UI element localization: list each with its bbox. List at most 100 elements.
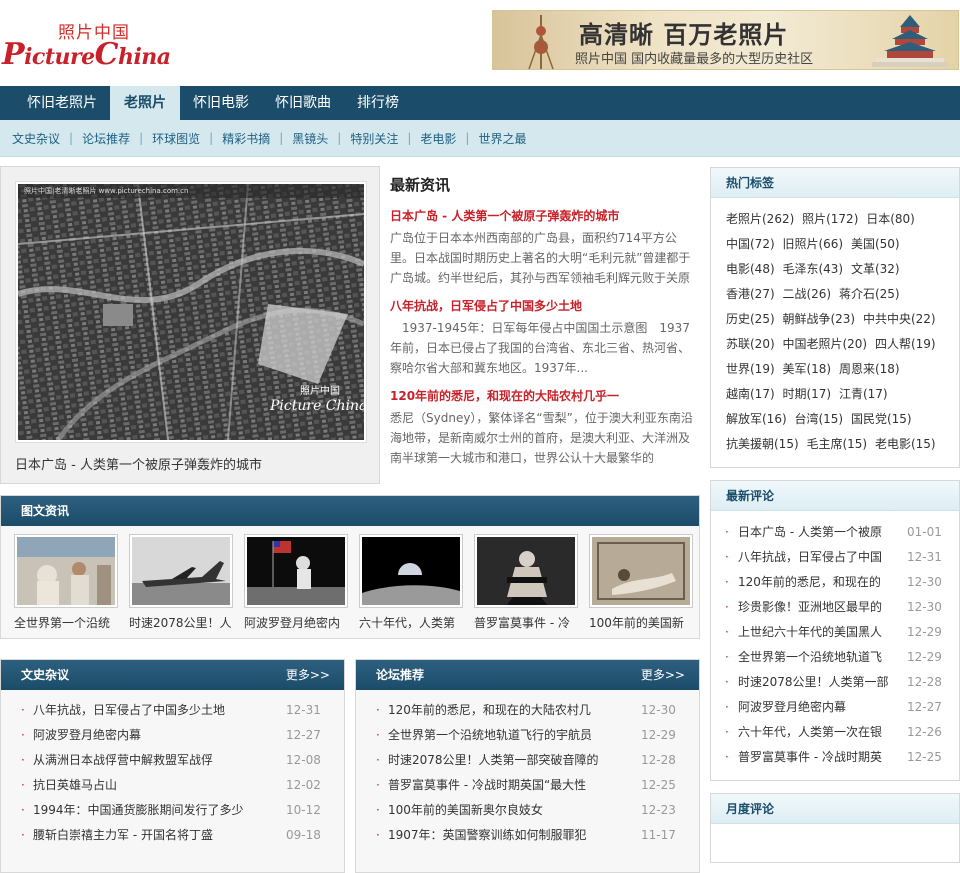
- tag-link[interactable]: 香港(27): [726, 287, 775, 301]
- tag-link[interactable]: 时期(17): [782, 387, 831, 401]
- comment-link[interactable]: 上世纪六十年代的美国黑人: [738, 620, 888, 645]
- tag-link[interactable]: 历史(25): [726, 312, 775, 326]
- tag-link[interactable]: 文革(32): [851, 262, 900, 276]
- list-item: · 从满洲日本战俘营中解救盟军战俘 12-08: [1, 748, 344, 773]
- bullet-icon: ·: [725, 725, 729, 739]
- list-item-link[interactable]: 全世界第一个沿统地轨道飞行的宇航员: [388, 723, 610, 748]
- comment-link[interactable]: 六十年代，人类第一次在银: [738, 720, 888, 745]
- photo-news-thumb: [474, 534, 578, 608]
- tag-link[interactable]: 江青(17): [839, 387, 888, 401]
- tag-link[interactable]: 苏联(20): [726, 337, 775, 351]
- nav-item-old-movies[interactable]: 怀旧电影: [180, 86, 262, 120]
- nav-item-nostalgic-photos[interactable]: 怀旧老照片: [14, 86, 110, 120]
- tag-link[interactable]: 世界(19): [726, 362, 775, 376]
- photo-news-item[interactable]: 时速2078公里！人: [129, 534, 233, 631]
- list-item-link[interactable]: 1907年：英国警察训练如何制服罪犯: [388, 823, 610, 848]
- tag-link[interactable]: 美军(18): [782, 362, 831, 376]
- comment-link[interactable]: 普罗富莫事件 - 冷战时期英: [738, 745, 888, 770]
- tag-link[interactable]: 越南(17): [726, 387, 775, 401]
- comment-link[interactable]: 120年前的悉尼，和现在的: [738, 570, 888, 595]
- tag-link[interactable]: 毛泽东(43): [782, 262, 843, 276]
- tag-link[interactable]: 解放军(16): [726, 412, 787, 426]
- comment-date: 12-30: [907, 575, 942, 589]
- latest-comments-list: · 日本广岛 - 人类第一个被原 01-01 · 八年抗战，日军侵占了中国 12-31 …: [711, 511, 959, 770]
- photo-news-item[interactable]: 阿波罗登月绝密内: [244, 534, 348, 631]
- tag-link[interactable]: 蒋介石(25): [839, 287, 900, 301]
- tag-link[interactable]: 国民党(15): [851, 412, 912, 426]
- comment-item: · 120年前的悉尼，和现在的 12-30: [711, 570, 959, 595]
- hot-tags-list: 老照片(262) 照片(172) 日本(80) 中国(72) 旧照片(66) 美…: [711, 198, 959, 457]
- photo-news-item[interactable]: 六十年代，人类第: [359, 534, 463, 631]
- subnav-item[interactable]: 黑镜头: [292, 130, 328, 147]
- comment-date: 12-28: [907, 675, 942, 689]
- list-item-link[interactable]: 八年抗战，日军侵占了中国多少土地: [33, 698, 255, 723]
- wenshi-more-link[interactable]: 更多>>: [286, 660, 330, 690]
- nav-item-ranking[interactable]: 排行榜: [344, 86, 412, 120]
- luntan-more-link[interactable]: 更多>>: [641, 660, 685, 690]
- comment-link[interactable]: 阿波罗登月绝密内幕: [738, 695, 888, 720]
- list-item-link[interactable]: 普罗富莫事件 - 冷战时期英国“最大性: [388, 773, 610, 798]
- tag-link[interactable]: 朝鲜战争(23): [782, 312, 855, 326]
- comment-link[interactable]: 时速2078公里！人类第一部: [738, 670, 888, 695]
- tag-link[interactable]: 抗美援朝(15): [726, 437, 799, 451]
- list-item-link[interactable]: 阿波罗登月绝密内幕: [33, 723, 255, 748]
- nav-item-old-songs[interactable]: 怀旧歌曲: [262, 86, 344, 120]
- list-item-link[interactable]: 100年前的美国新奥尔良妓女: [388, 798, 610, 823]
- subnav-item[interactable]: 文史杂议: [12, 130, 60, 147]
- list-item: · 阿波罗登月绝密内幕 12-27: [1, 723, 344, 748]
- subnav-item[interactable]: 世界之最: [478, 130, 526, 147]
- subnav-separator: |: [337, 131, 342, 145]
- tag-link[interactable]: 四人帮(19): [875, 337, 936, 351]
- feature-photo[interactable]: 照片中国|老清晰老照片 www.picturechina.com.cn 照片中国…: [15, 181, 367, 443]
- news-summary: 悉尼（Sydney），繁体译名“雪梨”，位于澳大利亚东南沿海地带，是新南威尔士州…: [390, 411, 693, 465]
- list-item-link[interactable]: 从满洲日本战俘营中解救盟军战俘: [33, 748, 255, 773]
- photo-news-item[interactable]: 普罗富莫事件 - 冷: [474, 534, 578, 631]
- comment-date: 12-29: [907, 625, 942, 639]
- tag-link[interactable]: 旧照片(66): [782, 237, 843, 251]
- tv-tower-icon: [528, 15, 554, 69]
- news-title[interactable]: 八年抗战，日军侵占了中国多少土地: [390, 296, 700, 318]
- list-item-link[interactable]: 120年前的悉尼，和现在的大陆农村几: [388, 698, 610, 723]
- subnav-item[interactable]: 特别关注: [350, 130, 398, 147]
- tag-link[interactable]: 台湾(15): [794, 412, 843, 426]
- comment-link[interactable]: 珍贵影像！亚洲地区最早的: [738, 595, 888, 620]
- list-item-date: 12-25: [641, 778, 676, 792]
- ad-banner[interactable]: 高清晰 百万老照片 照片中国 国内收藏量最多的大型历史社区: [492, 10, 959, 70]
- comment-link[interactable]: 日本广岛 - 人类第一个被原: [738, 520, 888, 545]
- photo-news-item[interactable]: 100年前的美国新: [589, 534, 693, 631]
- subnav-item[interactable]: 论坛推荐: [82, 130, 130, 147]
- subnav-item[interactable]: 环球图览: [152, 130, 200, 147]
- tag-link[interactable]: 照片(172): [802, 212, 858, 226]
- subnav-item[interactable]: 精彩书摘: [222, 130, 270, 147]
- feature-caption[interactable]: 日本广岛 - 人类第一个被原子弹轰炸的城市: [15, 454, 262, 473]
- tag-link[interactable]: 老照片(262): [726, 212, 794, 226]
- tag-link[interactable]: 中国(72): [726, 237, 775, 251]
- comment-link[interactable]: 八年抗战，日军侵占了中国: [738, 545, 888, 570]
- news-summary: 广岛位于日本本州西南部的广岛县，面积约714平方公里。日本战国时期历史上著名的大…: [390, 231, 691, 285]
- bullet-icon: ·: [725, 550, 729, 564]
- photo-news-item[interactable]: 全世界第一个沿统: [14, 534, 118, 631]
- tag-link[interactable]: 中国老照片(20): [782, 337, 867, 351]
- list-item-link[interactable]: 时速2078公里！人类第一部突破音障的: [388, 748, 610, 773]
- list-item-date: 12-29: [641, 728, 676, 742]
- subnav-item[interactable]: 老电影: [420, 130, 456, 147]
- list-item-link[interactable]: 抗日英雄马占山: [33, 773, 255, 798]
- tag-link[interactable]: 老电影(15): [875, 437, 936, 451]
- tag-link[interactable]: 电影(48): [726, 262, 775, 276]
- tag-link[interactable]: 二战(26): [782, 287, 831, 301]
- tag-link[interactable]: 毛主席(15): [806, 437, 867, 451]
- site-logo[interactable]: 照片中国 PictureChina: [2, 18, 171, 72]
- news-title[interactable]: 120年前的悉尼，和现在的大陆农村几乎一: [390, 386, 700, 408]
- list-item-link[interactable]: 1994年：中国通货膨胀期间发行了多少: [33, 798, 255, 823]
- tag-link[interactable]: 日本(80): [866, 212, 915, 226]
- tag-link[interactable]: 美国(50): [851, 237, 900, 251]
- bullet-icon: ·: [21, 703, 25, 717]
- news-title[interactable]: 日本广岛 - 人类第一个被原子弹轰炸的城市: [390, 206, 700, 228]
- tag-link[interactable]: 中共中央(22): [863, 312, 936, 326]
- comment-link[interactable]: 全世界第一个沿统地轨道飞: [738, 645, 888, 670]
- tag-link[interactable]: 周恩来(18): [839, 362, 900, 376]
- list-item: · 抗日英雄马占山 12-02: [1, 773, 344, 798]
- latest-news-heading: 最新资讯: [390, 176, 451, 194]
- nav-item-old-photos[interactable]: 老照片: [110, 86, 180, 120]
- list-item-link[interactable]: 腰斩白崇禧主力军 - 开国名将丁盛: [33, 823, 255, 848]
